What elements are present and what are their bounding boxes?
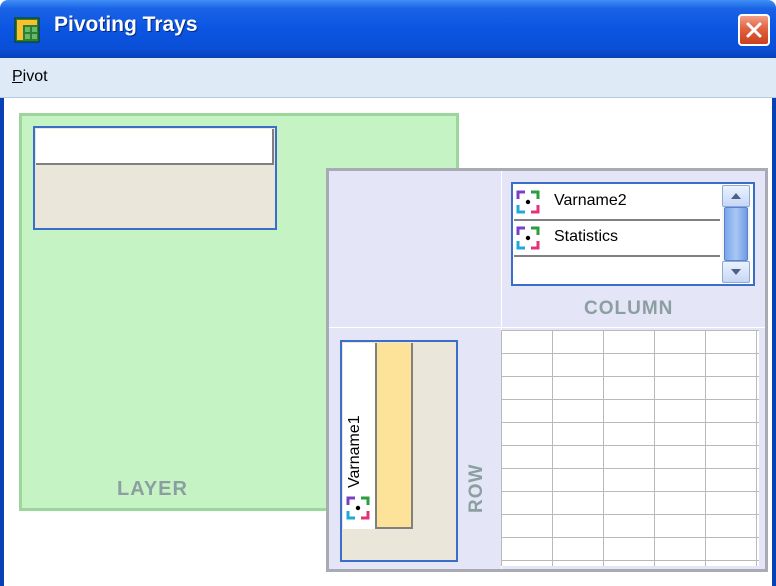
menu-bar: Pivot (0, 58, 776, 98)
window-title: Pivoting Trays (54, 13, 198, 36)
menu-item-pivot-label: ivot (22, 68, 48, 85)
column-tray-label: COLUMN (584, 298, 674, 319)
arrow-up-icon (731, 193, 741, 199)
data-grid-preview (501, 330, 759, 566)
column-item-label: Varname2 (554, 192, 627, 209)
row-tray-label: ROW (466, 463, 487, 513)
menu-item-pivot-mnemonic: P (12, 68, 23, 85)
scroll-up-button[interactable] (722, 185, 750, 207)
close-button[interactable] (738, 14, 770, 46)
grid-lines (501, 330, 759, 566)
pivot-table-icon[interactable] (14, 17, 40, 43)
close-icon (746, 22, 762, 38)
column-scrollbar[interactable] (722, 185, 750, 283)
scroll-down-button[interactable] (722, 261, 750, 283)
layer-tray-label: LAYER (117, 478, 188, 500)
scrollbar-thumb[interactable] (724, 207, 748, 261)
menu-item-pivot[interactable]: Pivot (12, 68, 48, 86)
row-item-varname1[interactable] (377, 343, 413, 529)
title-bar[interactable]: Pivoting Trays (0, 0, 776, 58)
column-item-statistics[interactable]: Statistics (514, 221, 720, 257)
pivot-variable-icon (516, 190, 540, 219)
pivot-variable-icon (516, 226, 540, 255)
panel-divider-horizontal (329, 327, 765, 328)
column-item-varname2[interactable]: Varname2 (514, 185, 720, 221)
pivot-variable-icon (346, 496, 370, 525)
column-item-label: Statistics (554, 228, 619, 245)
layer-empty-slot[interactable] (36, 129, 274, 165)
row-item-label: Varname1 (346, 415, 363, 488)
arrow-down-icon (731, 269, 741, 275)
